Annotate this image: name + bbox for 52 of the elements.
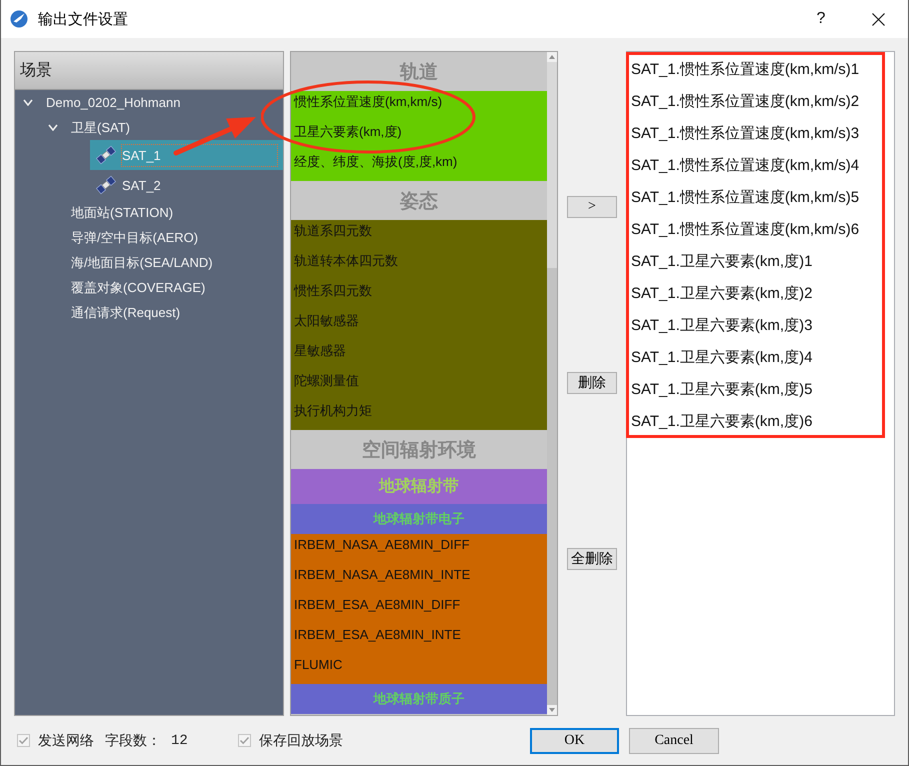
logo-icon: [10, 10, 28, 28]
list-item[interactable]: SAT_1.惯性系位置速度(km,km/s)5: [627, 181, 894, 213]
list-item[interactable]: SAT_1.卫星六要素(km,度)4: [627, 341, 894, 373]
list-item[interactable]: IRBEM_ESA_AE8MIN_INTE: [291, 624, 547, 654]
chevron-icon[interactable]: [48, 124, 58, 131]
list-item[interactable]: SAT_1.惯性系位置速度(km,km/s)6: [627, 213, 894, 245]
list-item[interactable]: IRBEM_ESA_AE8MIN_DIFF: [291, 594, 547, 624]
scroll-down-icon[interactable]: [547, 705, 557, 715]
satellite-icon: [96, 175, 116, 195]
satellite-icon: [96, 145, 116, 165]
window-title: 输出文件设置: [38, 10, 128, 28]
list-item[interactable]: SAT_1.惯性系位置速度(km,km/s)2: [627, 85, 894, 117]
field-count-label: 字段数：: [105, 732, 161, 750]
list-item[interactable]: SAT_1.卫星六要素(km,度)1: [627, 245, 894, 277]
tree-item[interactable]: 卫星(SAT): [65, 115, 136, 140]
list-item[interactable]: 经度、纬度、海拔(度,度,km): [291, 151, 547, 181]
tree-item[interactable]: 通信请求(Request): [65, 300, 186, 325]
list-item[interactable]: 卫星六要素(km,度): [291, 121, 547, 151]
list-item[interactable]: SAT_1.惯性系位置速度(km,km/s)4: [627, 149, 894, 181]
checkbox-label: 发送网络: [38, 732, 94, 750]
list-item[interactable]: SAT_1.卫星六要素(km,度)3: [627, 309, 894, 341]
scroll-up-icon[interactable]: [547, 52, 557, 62]
subgroup-header: 地球辐射带电子: [291, 504, 547, 534]
transfer-button[interactable]: 删除: [567, 372, 617, 394]
dialog-button[interactable]: Cancel: [629, 728, 719, 754]
list-item[interactable]: SAT_1.卫星六要素(km,度)5: [627, 373, 894, 405]
help-button[interactable]: ?: [798, 4, 844, 34]
group-header: 地球辐射带: [291, 469, 547, 504]
list-item[interactable]: SAT_1.卫星六要素(km,度)2: [627, 277, 894, 309]
chevron-icon[interactable]: [22, 99, 32, 106]
panel-header: 场景: [15, 52, 283, 90]
tree-item[interactable]: Demo_0202_Hohmann: [40, 90, 186, 115]
tree-item[interactable]: 地面站(STATION): [65, 200, 180, 225]
tree-item[interactable]: SAT_2: [90, 170, 167, 200]
subgroup-header: 地球辐射带质子: [291, 684, 547, 714]
dialog-button[interactable]: OK: [530, 728, 619, 754]
list-item[interactable]: 惯性系位置速度(km,km/s): [291, 91, 547, 121]
list-item[interactable]: IRBEM_NASA_AE8MIN_INTE: [291, 564, 547, 594]
transfer-button[interactable]: 全删除: [567, 548, 617, 570]
list-item[interactable]: SAT_1.卫星六要素(km,度)6: [627, 405, 894, 437]
scrollbar-thumb[interactable]: [547, 62, 557, 268]
list-item[interactable]: SAT_1.惯性系位置速度(km,km/s)1: [627, 53, 894, 85]
close-icon: [872, 12, 884, 26]
tree-item[interactable]: 海/地面目标(SEA/LAND): [65, 250, 219, 275]
list-item[interactable]: FLUMIC: [291, 654, 547, 684]
tree-item[interactable]: 覆盖对象(COVERAGE): [65, 275, 212, 300]
checkbox-label: 保存回放场景: [259, 732, 343, 750]
list-item[interactable]: SAT_1.惯性系位置速度(km,km/s)3: [627, 117, 894, 149]
field-count-value: 12: [171, 732, 188, 748]
tree-item[interactable]: 导弹/空中目标(AERO): [65, 225, 204, 250]
list-item[interactable]: IRBEM_NASA_AE8MIN_DIFF: [291, 534, 547, 564]
transfer-button[interactable]: >: [567, 196, 617, 218]
